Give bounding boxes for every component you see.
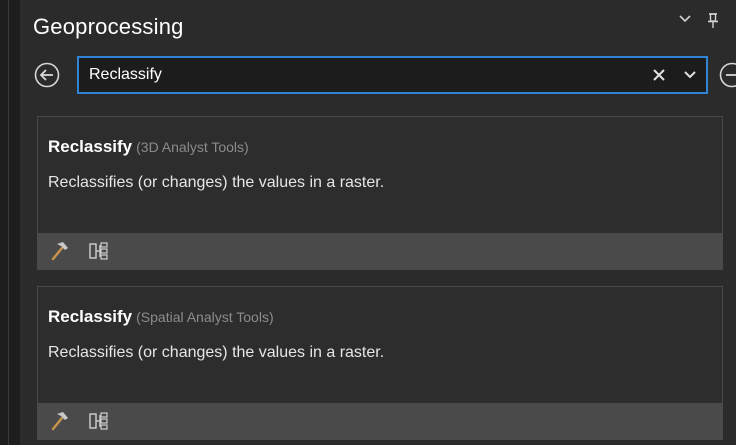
- tool-name: Reclassify: [48, 137, 133, 156]
- pane-options-button[interactable]: [678, 12, 692, 31]
- back-button[interactable]: [33, 61, 61, 89]
- result-footer: [38, 233, 722, 269]
- chevron-down-icon: [684, 71, 696, 79]
- circle-minus-icon: [719, 62, 736, 88]
- clear-search-button[interactable]: [649, 65, 669, 85]
- result-item[interactable]: Reclassify (3D Analyst Tools) Reclassifie…: [37, 116, 723, 270]
- hammer-icon: [51, 242, 68, 261]
- tool-description: Reclassifies (or changes) the values in …: [48, 344, 385, 361]
- tool-name: Reclassify: [48, 307, 133, 326]
- left-gutter: [0, 0, 20, 445]
- geoprocessing-pane: Geoprocessing Reclassify Reclassify (3D …: [0, 0, 736, 445]
- pane-title: Geoprocessing: [33, 14, 184, 39]
- tool-description: Reclassifies (or changes) the values in …: [48, 174, 385, 191]
- search-input[interactable]: [89, 58, 629, 92]
- model-builder-icon: [89, 412, 108, 430]
- model-builder-icon: [89, 242, 108, 260]
- back-arrow-icon: [34, 62, 60, 88]
- chevron-down-icon: [679, 15, 691, 23]
- toolbox-name: (3D Analyst Tools): [136, 139, 249, 155]
- result-item[interactable]: Reclassify (Spatial Analyst Tools) Reclas…: [37, 286, 723, 440]
- more-options-button[interactable]: [718, 61, 736, 89]
- result-footer: [38, 403, 722, 439]
- pin-button[interactable]: [706, 12, 720, 35]
- hammer-icon: [51, 412, 68, 431]
- search-dropdown-button[interactable]: [681, 66, 699, 84]
- toolbox-name: (Spatial Analyst Tools): [136, 309, 274, 325]
- tool-search-box[interactable]: [77, 56, 708, 94]
- close-icon: [653, 69, 665, 81]
- pin-icon: [708, 13, 718, 28]
